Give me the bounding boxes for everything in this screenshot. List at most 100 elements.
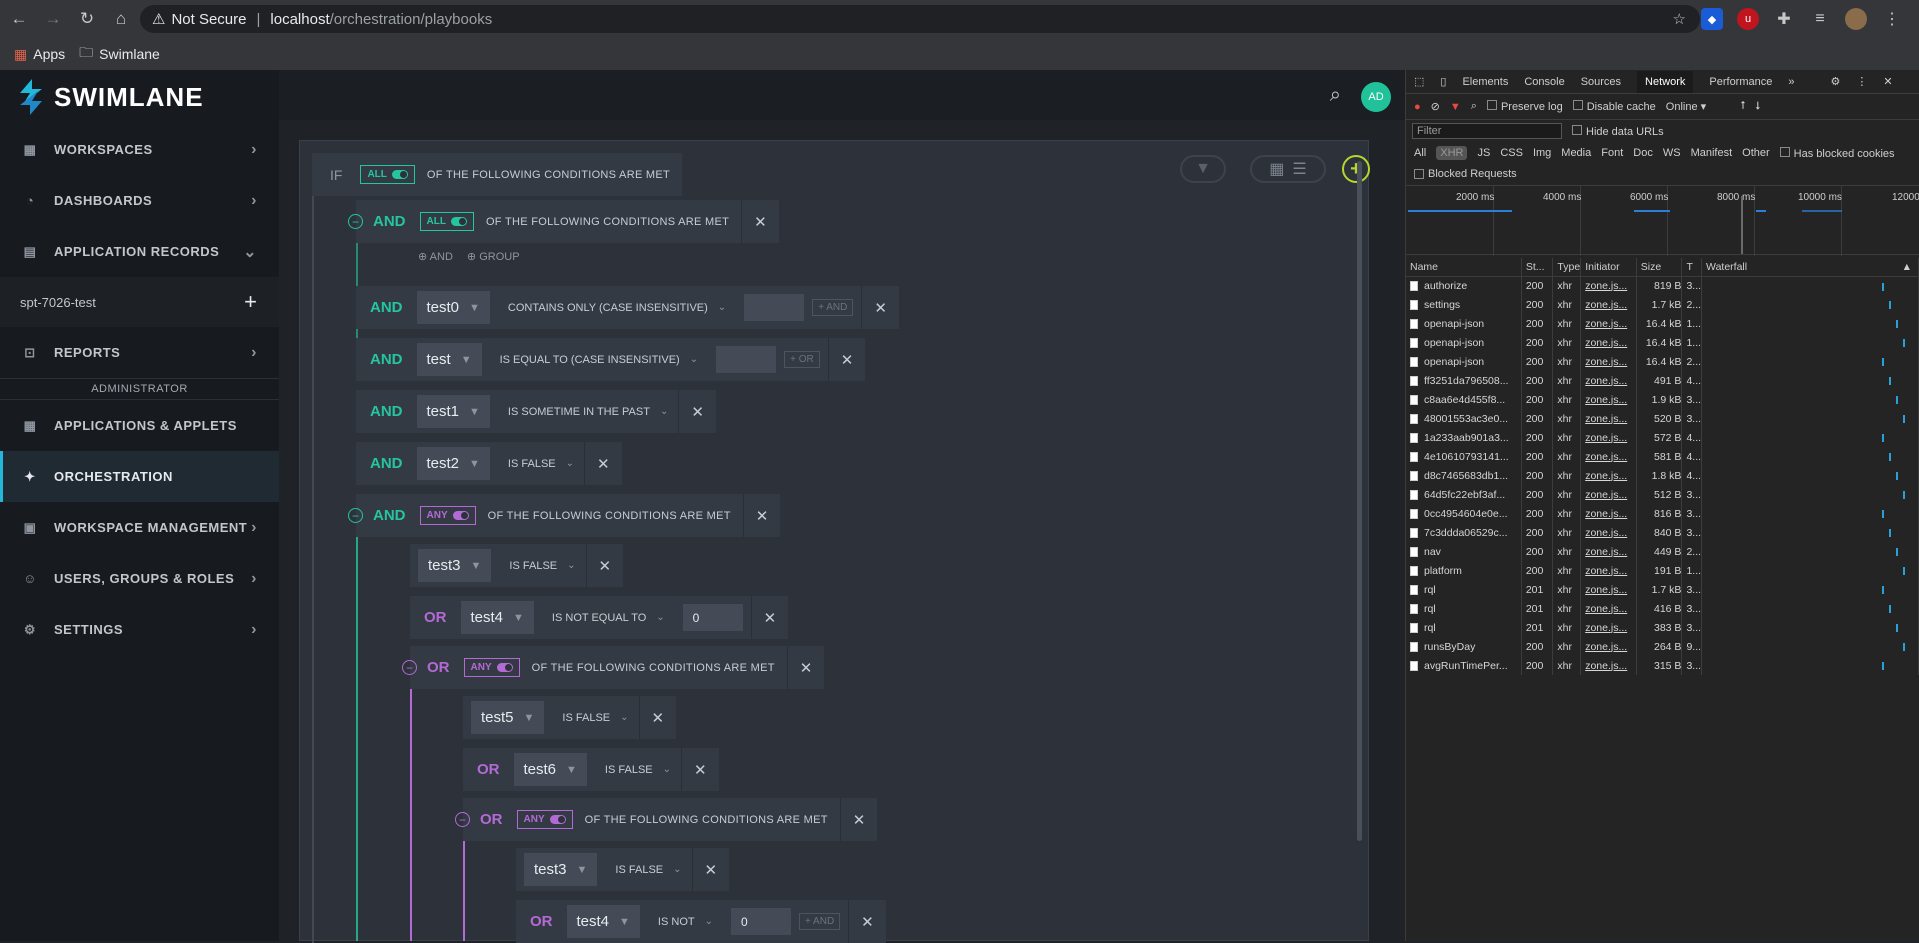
address-bar[interactable]: ⚠ Not Secure | localhost/orchestration/pl… [140,5,1700,33]
bookmark-apps[interactable]: ▦ Apps [14,46,65,63]
throttle-select[interactable]: Online ▾ [1666,100,1706,113]
add-and-button[interactable]: ⊕ AND [418,250,453,263]
cell-initiator[interactable]: zone.js... [1580,599,1637,618]
logo[interactable]: SWIMLANE [0,70,279,124]
add-condition-icon[interactable]: + [1342,155,1370,183]
cell-initiator[interactable]: zone.js... [1580,523,1637,542]
nav-users[interactable]: ☺ USERS, GROUPS & ROLES › [0,553,279,604]
cell-initiator[interactable]: zone.js... [1580,390,1637,409]
media-icon[interactable]: ≡ [1809,8,1831,30]
cell-initiator[interactable]: zone.js... [1580,580,1637,599]
filter-toggle[interactable]: ▼ [1180,155,1226,183]
type-media[interactable]: Media [1561,147,1591,159]
app-record-item[interactable]: spt-7026-test + [0,277,279,327]
tab-elements[interactable]: Elements [1462,76,1508,88]
field-selector[interactable]: test ▼ [416,343,482,376]
table-row[interactable]: openapi-json 200 xhr zone.js... 16.4 kB 2... [1406,352,1919,371]
clear-icon[interactable]: ⊘ [1431,100,1440,113]
table-row[interactable]: 4e10610793141... 200 xhr zone.js... 581 B 4..… [1406,447,1919,466]
table-row[interactable]: openapi-json 200 xhr zone.js... 16.4 kB 1... [1406,333,1919,352]
cell-initiator[interactable]: zone.js... [1580,295,1637,314]
field-selector[interactable]: test5 ▼ [471,701,545,734]
home-icon[interactable]: ⌂ [106,4,136,34]
cell-initiator[interactable]: zone.js... [1580,466,1637,485]
settings-icon[interactable]: ⚙ [1831,75,1841,88]
inspect-icon[interactable]: ⬚ [1414,75,1424,88]
col-time[interactable]: T [1681,258,1703,277]
remove-icon[interactable]: ✕ [678,390,716,433]
operator-dropdown[interactable]: IS SOMETIME IN THE PAST ⌄ [498,395,678,428]
table-row[interactable]: 64d5fc22ebf3af... 200 xhr zone.js... 512 B 3.… [1406,485,1919,504]
table-row[interactable]: d8c7465683db1... 200 xhr zone.js... 1.8 kB 4.… [1406,466,1919,485]
nav-applications[interactable]: ▦ APPLICATIONS & APPLETS [0,400,279,451]
tab-performance[interactable]: Performance [1709,76,1772,88]
device-toggle-icon[interactable]: ▯ [1440,75,1446,88]
operator-dropdown[interactable]: IS EQUAL TO (CASE INSENSITIVE) ⌄ [490,343,709,376]
field-selector[interactable]: test3 ▼ [418,549,492,582]
nav-reports[interactable]: ⊡ REPORTS › [0,327,279,378]
field-selector[interactable]: test3 ▼ [524,853,598,886]
operator-dropdown[interactable]: IS FALSE ⌄ [552,701,638,734]
remove-icon[interactable]: ✕ [584,442,622,485]
table-row[interactable]: c8aa6e4d455f8... 200 xhr zone.js... 1.9 kB 3.… [1406,390,1919,409]
operator-dropdown[interactable]: IS FALSE ⌄ [498,447,584,480]
tab-sources[interactable]: Sources [1581,76,1621,88]
any-toggle[interactable]: ANY [419,506,476,525]
operator-dropdown[interactable]: IS NOT ⌄ [648,905,723,938]
field-selector[interactable]: test2 ▼ [416,447,490,480]
cell-initiator[interactable]: zone.js... [1580,276,1637,295]
nav-orchestration[interactable]: ✦ ORCHESTRATION [0,451,279,502]
value-input[interactable]: 0 [682,604,743,631]
search-icon[interactable]: ⌕ [1471,100,1477,113]
all-toggle[interactable]: ALL [419,212,474,231]
type-ws[interactable]: WS [1663,147,1681,159]
operator-dropdown[interactable]: IS FALSE ⌄ [595,753,681,786]
cell-initiator[interactable]: zone.js... [1580,485,1637,504]
add-group-button[interactable]: ⊕ GROUP [467,250,520,263]
table-row[interactable]: 1a233aab901a3... 200 xhr zone.js... 572 B 4..… [1406,428,1919,447]
type-xhr[interactable]: XHR [1436,146,1468,160]
any-toggle[interactable]: ANY [463,658,520,677]
type-all[interactable]: All [1414,147,1426,159]
value-input[interactable] [744,294,805,321]
remove-icon[interactable]: ✕ [786,646,825,689]
table-row[interactable]: settings 200 xhr zone.js... 1.7 kB 2... [1406,295,1919,314]
view-toggle[interactable]: ▦ ☰ [1250,155,1326,183]
table-row[interactable]: ff3251da796508... 200 xhr zone.js... 491 B 4.… [1406,371,1919,390]
preserve-log-checkbox[interactable]: Preserve log [1486,100,1563,113]
remove-icon[interactable]: ✕ [750,596,789,639]
blocked-cookies-checkbox[interactable]: Has blocked cookies [1779,146,1895,160]
filter-icon[interactable]: ▼ [1450,101,1461,113]
col-status[interactable]: St... [1521,258,1554,277]
import-icon[interactable]: ⭡ [1740,100,1745,113]
field-selector[interactable]: test1 ▼ [416,395,490,428]
type-img[interactable]: Img [1533,147,1551,159]
cell-initiator[interactable]: zone.js... [1580,371,1637,390]
user-avatar[interactable]: AD [1361,82,1391,112]
remove-icon[interactable]: ✕ [681,748,719,791]
col-waterfall[interactable]: Waterfall ▲ [1701,258,1919,277]
any-toggle[interactable]: ANY [516,810,573,829]
cell-initiator[interactable]: zone.js... [1580,618,1637,637]
kebab-icon[interactable]: ⋮ [1856,75,1867,88]
cell-initiator[interactable]: zone.js... [1580,409,1637,428]
col-type[interactable]: Type [1552,258,1582,277]
field-selector[interactable]: test0 ▼ [416,291,490,324]
table-row[interactable]: 48001553ac3e0... 200 xhr zone.js... 520 B 3..… [1406,409,1919,428]
value-input[interactable] [716,346,777,373]
nav-workspaces[interactable]: ▦ WORKSPACES › [0,124,279,175]
table-row[interactable]: rql 201 xhr zone.js... 416 B 3... [1406,599,1919,618]
menu-kebab-icon[interactable]: ⋮ [1881,8,1903,30]
cell-initiator[interactable]: zone.js... [1580,428,1637,447]
field-selector[interactable]: test4 ▼ [460,601,534,634]
type-css[interactable]: CSS [1500,147,1523,159]
add-record-icon[interactable]: + [244,289,257,315]
table-row[interactable]: platform 200 xhr zone.js... 191 B 1... [1406,561,1919,580]
hide-data-urls-checkbox[interactable]: Hide data URLs [1572,124,1664,138]
back-icon[interactable]: ← [4,4,34,34]
nav-application-records[interactable]: ▤ APPLICATION RECORDS ⌄ [0,226,279,277]
table-row[interactable]: rql 201 xhr zone.js... 383 B 3... [1406,618,1919,637]
cell-initiator[interactable]: zone.js... [1580,656,1637,675]
all-toggle[interactable]: ALL [360,165,415,184]
cell-initiator[interactable]: zone.js... [1580,504,1637,523]
